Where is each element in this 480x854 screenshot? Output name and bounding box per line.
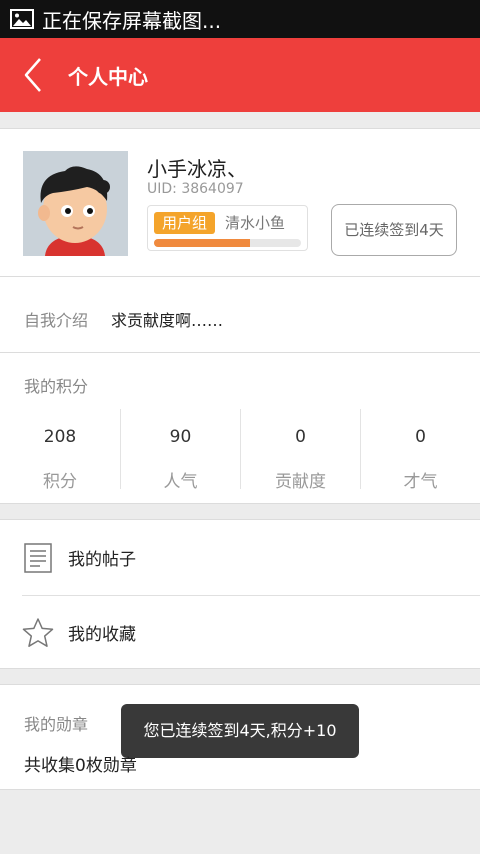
intro-label: 自我介绍: [24, 311, 89, 330]
menu-item-label: 我的收藏: [68, 625, 136, 645]
status-bar: 正在保存屏幕截图...: [0, 0, 480, 38]
stat-value: 0: [415, 427, 426, 447]
stat-talent[interactable]: 0 才气: [360, 409, 480, 492]
stat-label: 积分: [43, 472, 77, 492]
stat-label: 贡献度: [275, 472, 326, 492]
toast-message: 您已连续签到4天,积分+10: [121, 704, 359, 758]
points-section: 我的积分 208 积分 90 人气 0 贡献度 0 才气: [0, 352, 480, 504]
stat-label: 人气: [163, 472, 198, 492]
intro-section[interactable]: 自我介绍 求贡献度啊……: [0, 277, 480, 353]
back-arrow-icon: [24, 58, 41, 92]
page-title: 个人中心: [68, 64, 148, 89]
back-button[interactable]: [8, 38, 58, 112]
medals-count: 共收集0枚勋章: [24, 756, 137, 776]
group-tag: 用户组: [154, 212, 216, 234]
menu-section: 我的帖子 我的收藏: [0, 519, 480, 669]
group-name: 清水小鱼: [225, 214, 286, 232]
user-group-box: 用户组 清水小鱼: [147, 205, 308, 251]
menu-item-my-posts[interactable]: 我的帖子: [0, 520, 480, 595]
avatar-image: [23, 151, 128, 256]
stat-popularity[interactable]: 90 人气: [120, 409, 240, 492]
menu-item-my-favorites[interactable]: 我的收藏: [0, 595, 480, 670]
points-title: 我的积分: [24, 377, 89, 396]
image-icon: [10, 9, 34, 29]
stat-value: 0: [295, 427, 306, 447]
stat-contribution[interactable]: 0 贡献度: [240, 409, 360, 492]
user-uid: UID: 3864097: [147, 181, 244, 197]
stat-value: 90: [169, 427, 192, 447]
stat-label: 才气: [403, 472, 438, 492]
username: 小手冰凉、: [147, 157, 247, 181]
profile-card: 小手冰凉、 UID: 3864097 用户组 清水小鱼 已连续签到4天: [0, 128, 480, 277]
group-progress-bar: [154, 239, 301, 247]
intro-text: 求贡献度啊……: [111, 311, 224, 330]
stat-points[interactable]: 208 积分: [0, 409, 120, 492]
document-icon: [24, 542, 52, 573]
avatar[interactable]: [23, 151, 128, 256]
status-text: 正在保存屏幕截图...: [42, 8, 222, 33]
stat-value: 208: [43, 427, 77, 447]
star-icon: [22, 617, 54, 647]
header: 个人中心: [0, 38, 480, 112]
checkin-button[interactable]: 已连续签到4天: [331, 204, 457, 256]
medals-title: 我的勋章: [24, 715, 89, 734]
menu-item-label: 我的帖子: [68, 550, 136, 570]
group-progress-fill: [154, 239, 250, 247]
